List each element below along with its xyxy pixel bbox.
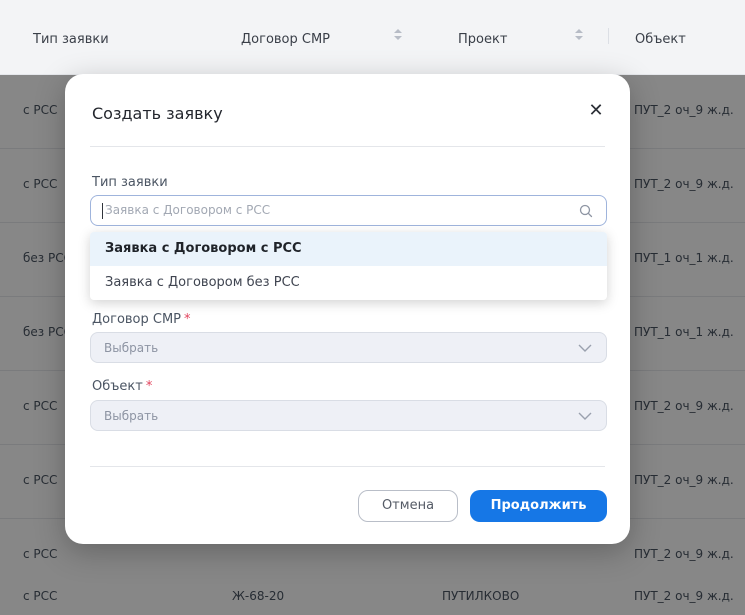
object-label-text: Объект xyxy=(92,379,143,394)
object-label: Объект * xyxy=(92,379,152,394)
divider xyxy=(90,146,605,147)
sort-icon[interactable] xyxy=(393,28,403,42)
request-type-search-input[interactable]: Заявка с Договором с РСС xyxy=(90,195,607,226)
sort-icon[interactable] xyxy=(574,28,584,42)
column-divider xyxy=(608,28,609,44)
close-icon[interactable]: ✕ xyxy=(586,101,606,121)
contract-select[interactable]: Выбрать xyxy=(90,332,607,363)
required-mark: * xyxy=(184,312,191,327)
table-header: Тип заявки Договор СМР Проект Объект xyxy=(0,0,745,75)
column-header-contract[interactable]: Договор СМР xyxy=(241,32,330,47)
request-type-label: Тип заявки xyxy=(92,175,168,190)
contract-label-text: Договор СМР xyxy=(92,312,182,327)
chevron-down-icon xyxy=(578,412,592,420)
cancel-button[interactable]: Отмена xyxy=(358,490,458,522)
dropdown-option-with-rss[interactable]: Заявка с Договором с РСС xyxy=(90,232,607,266)
contract-placeholder: Выбрать xyxy=(104,341,159,355)
column-header-project[interactable]: Проект xyxy=(458,32,507,47)
text-caret xyxy=(102,203,103,219)
chevron-down-icon xyxy=(578,344,592,352)
search-icon xyxy=(579,204,593,218)
column-header-request-type[interactable]: Тип заявки xyxy=(33,32,109,47)
object-placeholder: Выбрать xyxy=(104,409,159,423)
divider xyxy=(90,466,605,467)
continue-button[interactable]: Продолжить xyxy=(470,490,607,522)
contract-label: Договор СМР * xyxy=(92,312,191,327)
request-type-placeholder: Заявка с Договором с РСС xyxy=(105,203,271,217)
object-select[interactable]: Выбрать xyxy=(90,400,607,431)
create-request-modal: Создать заявку ✕ Тип заявки Заявка с Дог… xyxy=(65,74,630,544)
column-header-object[interactable]: Объект xyxy=(635,32,686,47)
required-mark: * xyxy=(145,379,153,394)
dropdown-option-without-rss[interactable]: Заявка с Договором без РСС xyxy=(90,266,607,300)
modal-title: Создать заявку xyxy=(92,104,223,123)
request-type-dropdown: Заявка с Договором с РСС Заявка с Догово… xyxy=(90,232,607,300)
